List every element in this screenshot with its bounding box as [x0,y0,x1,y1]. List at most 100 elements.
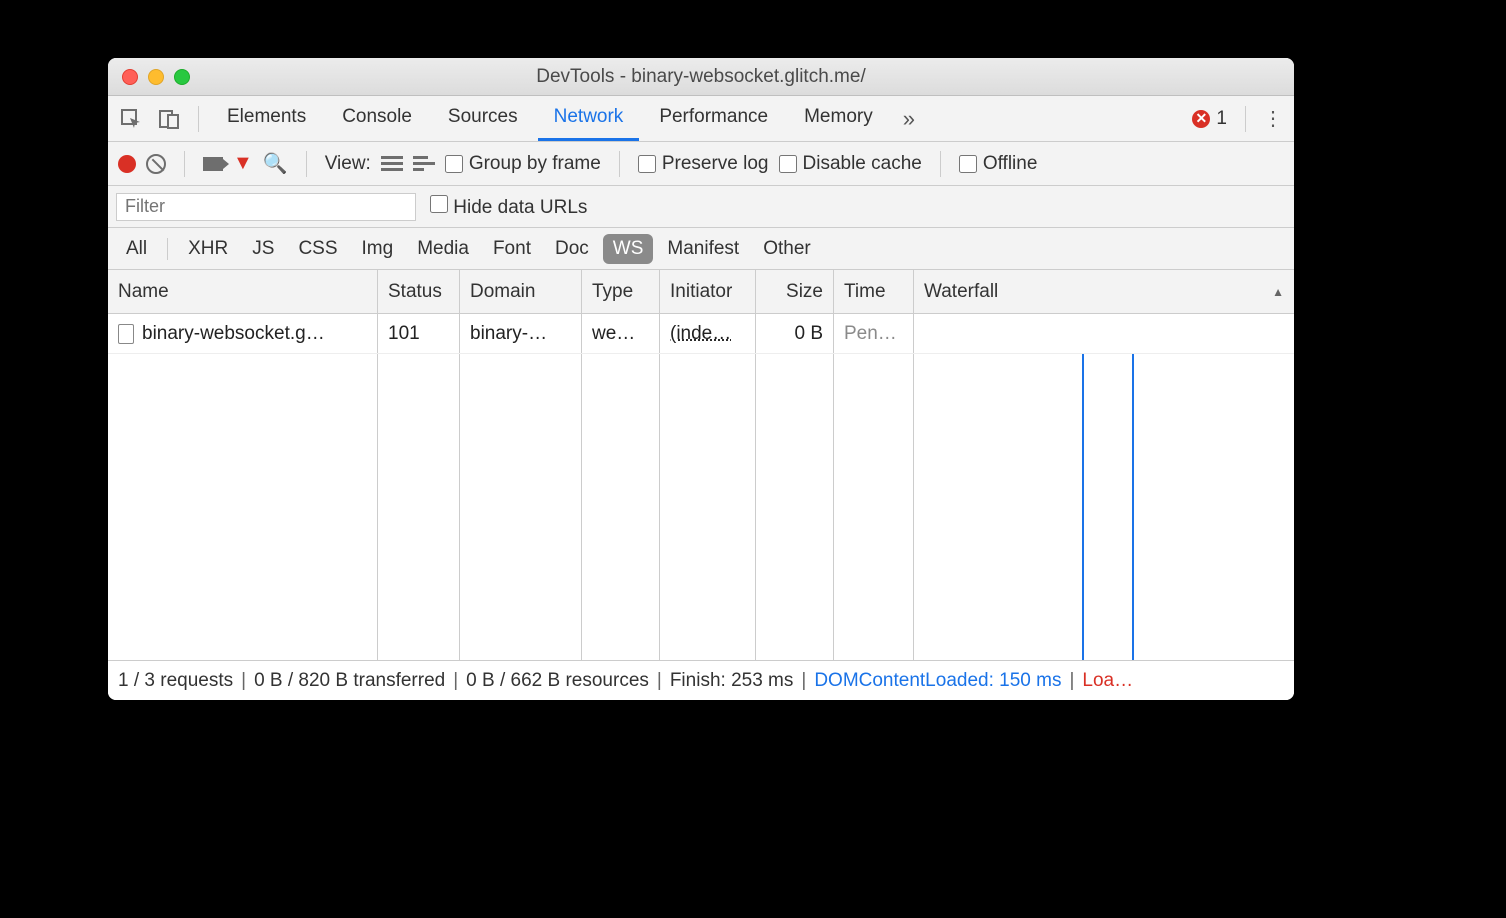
sb-separator: | [657,670,662,692]
col-initiator[interactable]: Initiator [660,270,756,313]
table-row[interactable]: binary-websocket.g… 101 binary-… we… (in… [108,314,1294,354]
table-header: Name Status Domain Type Initiator Size T… [108,270,1294,314]
sb-separator: | [453,670,458,692]
sb-requests: 1 / 3 requests [118,670,233,692]
filter-input[interactable] [116,193,416,221]
offline-toggle[interactable]: Offline [959,153,1038,175]
filter-ws[interactable]: WS [603,234,654,264]
tab-sources[interactable]: Sources [432,96,534,141]
cell-domain: binary-… [460,314,582,353]
group-by-frame-checkbox[interactable] [445,155,463,173]
filter-font[interactable]: Font [483,234,541,264]
hide-data-urls-label: Hide data URLs [453,197,587,218]
table-body-empty [108,354,1294,660]
sb-resources: 0 B / 662 B resources [466,670,649,692]
filter-icon[interactable]: ▼ [233,152,253,175]
disable-cache-toggle[interactable]: Disable cache [779,153,922,175]
network-toolbar: ▼ 🔍 View: Group by frame Preserve log Di… [108,142,1294,186]
close-icon[interactable] [122,69,138,85]
filter-other[interactable]: Other [753,234,821,264]
cell-time: Pen… [834,314,914,353]
sort-indicator-icon: ▲ [1272,285,1284,299]
col-domain[interactable]: Domain [460,270,582,313]
filter-xhr[interactable]: XHR [178,234,238,264]
error-badge[interactable]: ✕ 1 [1192,108,1233,130]
preserve-log-toggle[interactable]: Preserve log [638,153,769,175]
traffic-lights [122,69,190,85]
titlebar: DevTools - binary-websocket.glitch.me/ [108,58,1294,96]
overview-icon[interactable] [413,155,435,173]
cell-initiator[interactable]: (inde… [660,314,756,353]
sb-load: Loa… [1082,670,1133,692]
error-count: 1 [1216,108,1227,130]
col-time[interactable]: Time [834,270,914,313]
divider [167,238,168,260]
sb-finish: Finish: 253 ms [670,670,794,692]
tab-console[interactable]: Console [326,96,428,141]
filter-manifest[interactable]: Manifest [657,234,749,264]
filter-css[interactable]: CSS [288,234,347,264]
sb-transferred: 0 B / 820 B transferred [254,670,445,692]
group-by-frame-label: Group by frame [469,153,601,175]
disable-cache-checkbox[interactable] [779,155,797,173]
offline-label: Offline [983,153,1038,175]
waterfall-marker [1132,354,1134,660]
more-tabs-icon[interactable]: » [893,106,925,132]
hide-data-urls-toggle[interactable]: Hide data URLs [430,195,587,219]
group-by-frame-toggle[interactable]: Group by frame [445,153,601,175]
sb-separator: | [801,670,806,692]
divider [198,106,199,132]
col-name[interactable]: Name [108,270,378,313]
status-bar: 1 / 3 requests | 0 B / 820 B transferred… [108,660,1294,700]
inspect-icon[interactable] [114,102,148,136]
filter-js[interactable]: JS [242,234,284,264]
filter-doc[interactable]: Doc [545,234,599,264]
cell-size: 0 B [756,314,834,353]
devtools-window: DevTools - binary-websocket.glitch.me/ E… [108,58,1294,700]
cell-name-text: binary-websocket.g… [142,323,325,345]
tab-network[interactable]: Network [538,96,640,141]
divider [306,151,307,177]
device-toolbar-icon[interactable] [152,102,186,136]
cell-type: we… [582,314,660,353]
maximize-icon[interactable] [174,69,190,85]
requests-table: Name Status Domain Type Initiator Size T… [108,270,1294,660]
offline-checkbox[interactable] [959,155,977,173]
record-icon[interactable] [118,155,136,173]
tab-performance[interactable]: Performance [643,96,784,141]
col-status[interactable]: Status [378,270,460,313]
sb-domcontentloaded: DOMContentLoaded: 150 ms [814,670,1061,692]
filter-img[interactable]: Img [352,234,404,264]
cell-waterfall [914,314,1294,353]
sb-separator: | [241,670,246,692]
error-icon: ✕ [1192,110,1210,128]
view-label: View: [325,153,371,175]
disable-cache-label: Disable cache [803,153,922,175]
minimize-icon[interactable] [148,69,164,85]
col-size[interactable]: Size [756,270,834,313]
large-rows-icon[interactable] [381,155,403,173]
sb-separator: | [1069,670,1074,692]
kebab-menu-icon[interactable]: ⋮ [1258,106,1288,131]
window-title: DevTools - binary-websocket.glitch.me/ [536,66,865,88]
col-waterfall[interactable]: Waterfall ▲ [914,270,1294,313]
clear-icon[interactable] [146,154,166,174]
preserve-log-checkbox[interactable] [638,155,656,173]
search-icon[interactable]: 🔍 [263,151,288,176]
tab-elements[interactable]: Elements [211,96,322,141]
cell-status: 101 [378,314,460,353]
col-type[interactable]: Type [582,270,660,313]
divider [619,151,620,177]
waterfall-marker [1082,354,1084,660]
cell-name: binary-websocket.g… [108,314,378,353]
panel-tabs: Elements Console Sources Network Perform… [108,96,1294,142]
tab-memory[interactable]: Memory [788,96,889,141]
filter-bar: Hide data URLs [108,186,1294,228]
divider [184,151,185,177]
hide-data-urls-checkbox[interactable] [430,195,448,213]
screenshot-icon[interactable] [203,157,223,171]
filter-media[interactable]: Media [407,234,479,264]
preserve-log-label: Preserve log [662,153,769,175]
col-waterfall-label: Waterfall [924,281,998,303]
filter-all[interactable]: All [116,234,157,264]
